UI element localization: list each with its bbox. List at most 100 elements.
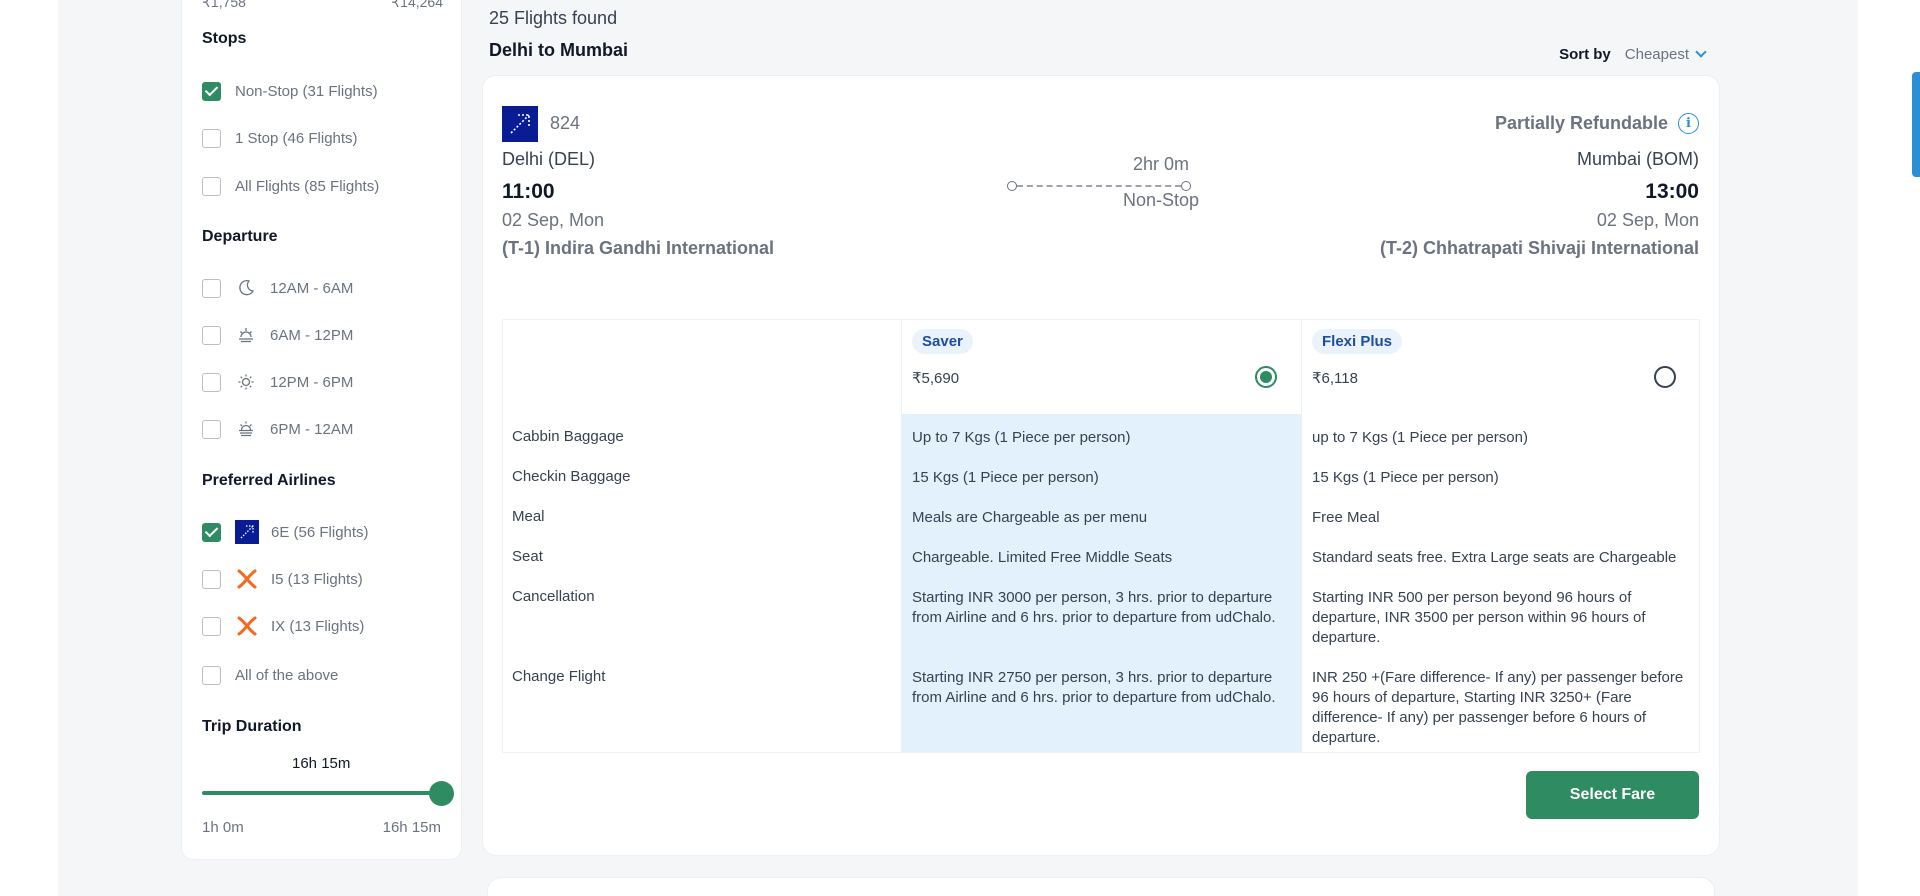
fare-cell: INR 250 +(Fare difference- If any) per p… (1312, 669, 1684, 746)
fare-cell: 15 Kgs (1 Piece per person) (912, 469, 1099, 486)
origin-city: Delhi (DEL) (502, 149, 596, 169)
arrival-date: 02 Sep, Mon (1596, 210, 1699, 230)
sort-dropdown[interactable]: Sort by Cheapest (1559, 46, 1707, 63)
departure-title: Departure (202, 228, 278, 245)
flight-card: 824 Partially Refundable i Delhi (DEL) 1… (482, 75, 1720, 856)
filter-12am-6am[interactable]: 12AM - 6AM (202, 277, 353, 299)
results-count: 25 Flights found (489, 8, 618, 28)
indigo-logo-icon (502, 106, 538, 142)
indigo-logo-icon (235, 520, 259, 544)
filter-nonstop[interactable]: Non-Stop (31 Flights) (202, 80, 378, 102)
fare-name: Flexi Plus (1312, 329, 1403, 354)
fare-row-label: Checkin Baggage (512, 468, 631, 485)
departure-checkbox[interactable] (202, 325, 221, 345)
arrival-time: 13:00 (1645, 180, 1699, 203)
filter-one-stop[interactable]: 1 Stop (46 Flights) (202, 127, 358, 149)
filter-label: All Flights (85 Flights) (235, 177, 380, 195)
filter-label: 1 Stop (46 Flights) (235, 129, 358, 147)
duration-slider-track[interactable] (202, 791, 442, 795)
info-icon[interactable]: i (1678, 113, 1699, 134)
airline-checkbox[interactable] (202, 569, 221, 589)
flight-duration: 2hr 0m (1132, 154, 1190, 174)
fare-cell: Chargeable. Limited Free Middle Seats (912, 549, 1173, 566)
fare-price: ₹5,690 (912, 370, 960, 387)
price-min: ₹1,758 (202, 0, 246, 10)
filter-label: IX (13 Flights) (271, 617, 365, 635)
select-fare-button[interactable]: Select Fare (1526, 771, 1699, 819)
fare-row-label: Cancellation (512, 588, 595, 605)
sort-value[interactable]: Cheapest (1625, 46, 1689, 63)
fare-option-saver[interactable]: Saver ₹5,690 Up to 7 Kgs (1 Piece per pe… (901, 320, 1302, 752)
departure-time: 11:00 (502, 180, 555, 203)
fare-cell: Meals are Chargeable as per menu (912, 509, 1148, 526)
nonstop-checkbox[interactable] (202, 81, 221, 101)
refund-status: Partially Refundable i (1495, 113, 1699, 134)
airlines-title: Preferred Airlines (202, 472, 336, 489)
fare-cell: 15 Kgs (1 Piece per person) (1312, 469, 1499, 486)
departure-checkbox[interactable] (202, 278, 221, 298)
trip-duration-title: Trip Duration (202, 718, 302, 735)
filter-airline-i5[interactable]: I5 (13 Flights) (202, 568, 363, 590)
fare-radio-flexi-plus[interactable] (1654, 366, 1676, 388)
moon-icon (235, 277, 257, 299)
sunset-icon (235, 418, 257, 440)
duration-slider-handle[interactable] (429, 781, 454, 806)
airindia-express-logo-icon (235, 614, 259, 638)
fare-table: Saver ₹5,690 Up to 7 Kgs (1 Piece per pe… (502, 319, 1700, 753)
fare-row-label: Cabbin Baggage (512, 428, 624, 445)
all-flights-checkbox[interactable] (202, 176, 221, 196)
filters-sidebar: ₹1,758 ₹14,264 Stops Non-Stop (31 Flight… (181, 0, 462, 860)
fare-name: Saver (912, 329, 973, 354)
fare-cell: Starting INR 2750 per person, 3 hrs. pri… (912, 669, 1276, 706)
fare-row-label: Seat (512, 548, 543, 565)
filter-label: 12PM - 6PM (270, 373, 354, 391)
sunrise-icon (235, 324, 257, 346)
sun-icon (235, 371, 257, 393)
origin-dot (1007, 181, 1017, 191)
filter-label: 6E (56 Flights) (271, 523, 369, 541)
next-flight-card[interactable] (487, 877, 1715, 896)
filter-label: Non-Stop (31 Flights) (235, 82, 378, 100)
one-stop-checkbox[interactable] (202, 128, 221, 148)
page-scrollbar[interactable] (1912, 72, 1920, 177)
filter-12pm-6pm[interactable]: 12PM - 6PM (202, 371, 353, 393)
airline-checkbox[interactable] (202, 616, 221, 636)
filter-all-flights[interactable]: All Flights (85 Flights) (202, 175, 379, 197)
filter-6am-12pm[interactable]: 6AM - 12PM (202, 324, 353, 346)
filter-label: 6PM - 12AM (270, 420, 354, 438)
airline-checkbox[interactable] (202, 522, 221, 542)
filter-all-airlines[interactable]: All of the above (202, 664, 338, 686)
fare-row-label: Meal (512, 508, 545, 525)
filter-label: 6AM - 12PM (270, 326, 354, 344)
duration-min: 1h 0m (202, 819, 244, 836)
fare-cell: Free Meal (1312, 509, 1380, 526)
origin-airport: (T-1) Indira Gandhi International (502, 238, 775, 258)
fare-radio-saver[interactable] (1255, 366, 1277, 388)
airasia-logo-icon (235, 567, 259, 591)
fare-row-label: Change Flight (512, 668, 606, 685)
stop-type: Non-Stop (1122, 190, 1200, 210)
filter-airline-6e[interactable]: 6E (56 Flights) (202, 520, 369, 544)
destination-airport: (T-2) Chhatrapati Shivaji International (1379, 238, 1699, 258)
sort-label: Sort by (1559, 46, 1611, 63)
departure-checkbox[interactable] (202, 419, 221, 439)
filter-label: I5 (13 Flights) (271, 570, 363, 588)
stops-title: Stops (202, 30, 247, 47)
fare-cell: up to 7 Kgs (1 Piece per person) (1312, 429, 1528, 446)
filter-airline-ix[interactable]: IX (13 Flights) (202, 615, 364, 637)
filter-6pm-12am[interactable]: 6PM - 12AM (202, 418, 353, 440)
duration-max: 16h 15m (382, 819, 441, 836)
flight-number: 824 (550, 113, 581, 133)
duration-value: 16h 15m (292, 755, 351, 772)
destination-city: Mumbai (BOM) (1576, 149, 1699, 169)
fare-option-flexi-plus[interactable]: Flexi Plus ₹6,118 up to 7 Kgs (1 Piece p… (1301, 320, 1700, 752)
refund-label: Partially Refundable (1494, 113, 1668, 133)
route-dash (1017, 185, 1181, 187)
departure-checkbox[interactable] (202, 372, 221, 392)
fare-cell: Standard seats free. Extra Large seats a… (1312, 549, 1677, 566)
chevron-down-icon[interactable] (1695, 46, 1707, 58)
fare-price: ₹6,118 (1312, 370, 1358, 387)
departure-date: 02 Sep, Mon (502, 210, 605, 230)
airline-checkbox[interactable] (202, 665, 221, 685)
filter-label: 12AM - 6AM (270, 279, 354, 297)
